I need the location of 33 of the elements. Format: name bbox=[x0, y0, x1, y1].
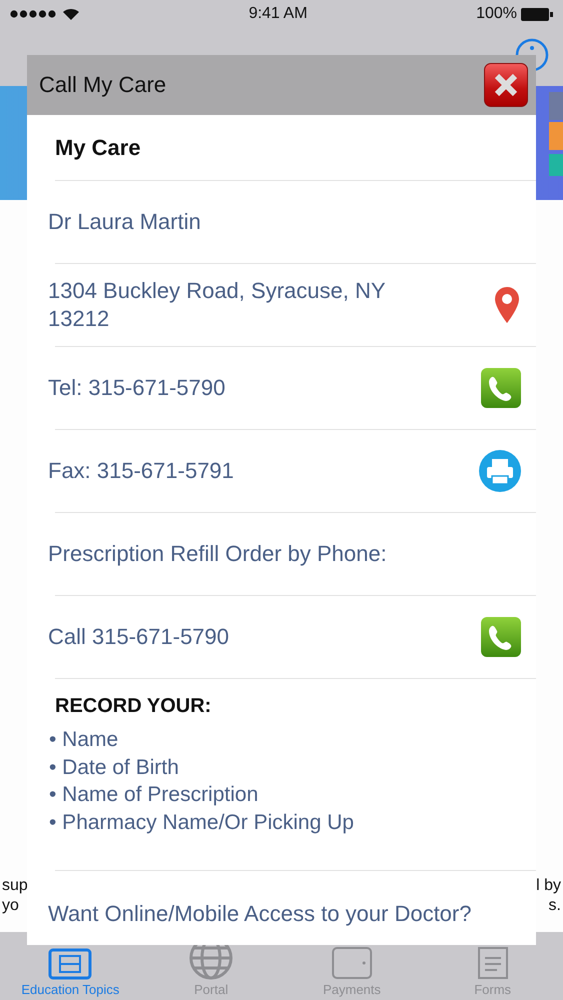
access-link[interactable]: Want Online/Mobile Access to your Doctor? bbox=[48, 901, 536, 927]
film-icon bbox=[48, 948, 92, 980]
contact-text: Dr Laura Martin bbox=[48, 208, 201, 236]
close-icon bbox=[493, 72, 519, 98]
section-heading: RECORD YOUR: bbox=[55, 695, 212, 718]
clock: 9:41 AM bbox=[248, 5, 308, 23]
contact-text: Prescription Refill Order by Phone: bbox=[48, 540, 387, 568]
contact-text: Fax: 315-671-5791 bbox=[48, 457, 234, 485]
phone-icon[interactable] bbox=[480, 367, 522, 409]
list-item: • Date of Birth bbox=[49, 754, 180, 780]
printer-icon[interactable] bbox=[478, 449, 522, 493]
background-text: l by s. bbox=[536, 876, 561, 916]
background-text: sup yo bbox=[2, 876, 28, 916]
wifi-icon bbox=[62, 7, 80, 21]
tab[interactable]: Forms bbox=[422, 932, 563, 1000]
battery-percent: 100% bbox=[476, 5, 517, 23]
document-icon bbox=[476, 946, 509, 980]
map-pin-icon[interactable] bbox=[492, 285, 522, 325]
contact-text: 1304 Buckley Road, Syracuse, NY 13212 bbox=[48, 277, 386, 333]
tab[interactable]: Education Topics bbox=[0, 932, 141, 1000]
contact-text: Call 315-671-5790 bbox=[48, 623, 230, 651]
signal-icon bbox=[10, 10, 56, 18]
tab[interactable]: Payments bbox=[282, 932, 422, 1000]
section-heading: My Care bbox=[55, 134, 141, 160]
battery-icon bbox=[521, 8, 553, 20]
phone-icon[interactable] bbox=[480, 616, 522, 658]
dialog-title: Call My Care bbox=[39, 72, 166, 98]
contact-text: Tel: 315-671-5790 bbox=[48, 374, 226, 402]
list-item: • Name of Prescription bbox=[49, 782, 260, 808]
list-item: • Pharmacy Name/Or Picking Up bbox=[49, 810, 355, 836]
close-button[interactable] bbox=[484, 63, 528, 107]
list-item: • Name bbox=[49, 727, 120, 753]
wallet-icon bbox=[330, 946, 373, 980]
